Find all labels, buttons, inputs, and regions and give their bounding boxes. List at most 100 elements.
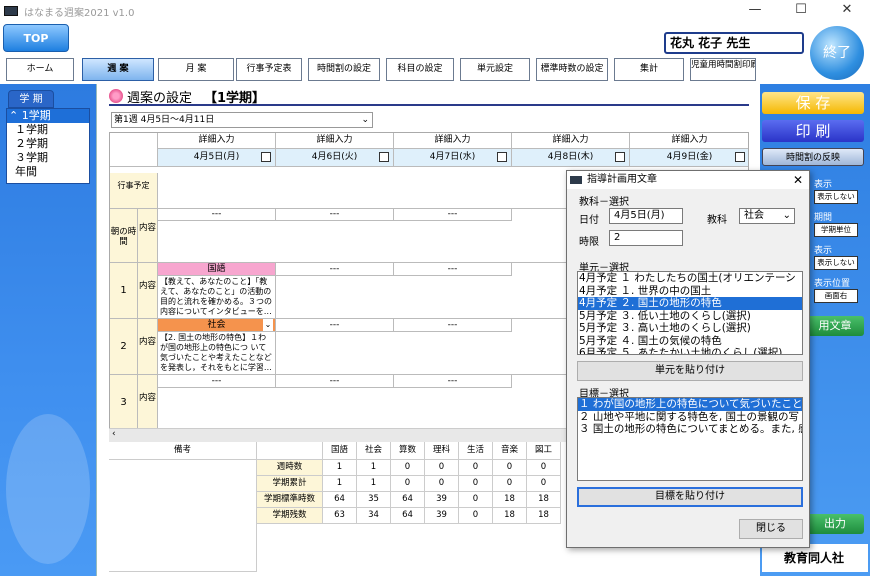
unit-item-selected[interactable]: 4月予定 ２. 国土の地形の特色 [578, 297, 802, 310]
summary-row-label: 学期標準時数 [257, 492, 323, 508]
term-item-current[interactable]: ⌃ 1学期 [7, 109, 89, 123]
p2-subject-mon[interactable]: 社会 ⌄ [158, 319, 276, 332]
row-label-period-1: 1 [110, 263, 138, 319]
save-button[interactable]: 保 存 [762, 92, 864, 114]
unit-item[interactable]: 4月予定 １. 世界の中の国土 [578, 285, 802, 298]
chevron-down-icon: ⌄ [782, 210, 791, 221]
week-select[interactable]: 第1週 4月5日～4月11日 ⌄ [111, 112, 373, 128]
term-sidebar: 学 期 ⌃ 1学期 １学期 ２学期 ３学期 年間 [0, 84, 96, 576]
subject-select-value: 社会 [744, 210, 764, 221]
screen-right-button[interactable]: 画面右 [814, 289, 858, 303]
date-tue: 4月6日(火) [311, 152, 358, 162]
nav-monthly-plan[interactable]: 月 案 [158, 58, 234, 81]
chevron-down-icon[interactable]: ⌄ [263, 319, 273, 331]
print-button[interactable]: 印 刷 [762, 120, 864, 142]
date-header-thu: 4月8日(木) [512, 149, 630, 167]
date-wed: 4月7日(水) [429, 152, 476, 162]
maximize-button[interactable]: ☐ [778, 0, 824, 22]
summary-cell: 1 [323, 476, 357, 492]
top-button[interactable]: TOP [3, 24, 69, 52]
date-field[interactable]: 4月5日(月) [609, 208, 683, 224]
unit-item[interactable]: 5月予定 ４. 国土の気候の特色 [578, 335, 802, 348]
minimize-button[interactable]: — [732, 0, 778, 22]
page-title: 週案の設定 [127, 90, 193, 106]
detail-input-thu[interactable]: 詳細入力 [512, 133, 630, 149]
row-label-p3-content: 内容 [138, 375, 158, 431]
remarks-header: 備考 [109, 442, 257, 460]
paste-goal-button[interactable]: 目標を貼り付け [577, 487, 803, 507]
day-checkbox-mon[interactable] [261, 152, 271, 162]
nav-standard-hours[interactable]: 標準時数の設定 [536, 58, 608, 81]
goal-listbox[interactable]: １ わが国の地形上の特色について気づいたことや ２ 山地や平地に関する特色を, … [577, 397, 803, 481]
unit-item[interactable]: 5月予定 ３. 高い土地のくらし(選択) [578, 322, 802, 335]
nav-event-schedule[interactable]: 行事予定表 [236, 58, 302, 81]
row-label-p1-content: 内容 [138, 263, 158, 319]
remarks-area[interactable] [109, 460, 257, 572]
term-unit-button[interactable]: 学期単位 [814, 223, 858, 237]
hide-toggle-2[interactable]: 表示しない [814, 256, 858, 270]
day-checkbox-tue[interactable] [379, 152, 389, 162]
unit-item[interactable]: 5月予定 ３. 低い土地のくらし(選択) [578, 310, 802, 323]
p1-subject-mon[interactable]: 国語 [158, 263, 276, 276]
output-button[interactable]: 出力 [806, 514, 864, 534]
hide-toggle-1[interactable]: 表示しない [814, 190, 858, 204]
publisher-logo-text: 教育同人社 [784, 551, 845, 565]
phrase-button[interactable]: 用文章 [806, 316, 864, 336]
detail-input-mon[interactable]: 詳細入力 [158, 133, 276, 149]
summary-cell: 18 [527, 492, 561, 508]
top-bar: TOP 花丸 花子 先生 [0, 22, 870, 56]
period-field[interactable]: 2 [609, 230, 683, 246]
p3-dash-mon: --- [158, 375, 276, 388]
paste-unit-button[interactable]: 単元を貼り付け [577, 361, 803, 381]
p2-content-mon[interactable]: 【2. 国土の地形の特色】１わが国の地形上の特色につ いて気づいたことや考えたこ… [158, 332, 276, 375]
p1-content-mon[interactable]: 【教えて、あなたのこと】「教えて、あなたのこと」の活動の目的と流れを確かめる。３… [158, 276, 276, 319]
term-item-year[interactable]: 年間 [7, 165, 89, 179]
period-label: 期間 [814, 213, 833, 223]
goal-item-selected[interactable]: １ わが国の地形上の特色について気づいたことや [578, 398, 802, 411]
summary-cell: 0 [527, 460, 561, 476]
main-nav: ホーム 週 案 月 案 行事予定表 時間割の設定 科目の設定 単元設定 標準時数… [0, 56, 870, 84]
chevron-down-icon: ⌄ [361, 115, 369, 125]
scroll-left-icon[interactable]: ‹ [112, 429, 116, 439]
reflect-timetable-button[interactable]: 時間割の反映 [762, 148, 864, 166]
summary-cell: 18 [493, 508, 527, 524]
summary-cell: 64 [391, 508, 425, 524]
window-close-button[interactable]: ✕ [824, 0, 870, 22]
subject-header-0: 国語 [323, 442, 357, 460]
summary-cell: 0 [459, 476, 493, 492]
subject-header-4: 生活 [459, 442, 493, 460]
window-titlebar: はなまる週案2021 v1.0 — ☐ ✕ [0, 0, 870, 22]
nav-home[interactable]: ホーム [6, 58, 74, 81]
unit-item[interactable]: 6月予定 ５. あたたかい土地のくらし(選択) [578, 347, 802, 354]
unit-item[interactable]: 4月予定 １ わたしたちの国土(オリエンテーシ [578, 272, 802, 285]
summary-row-label: 学期残数 [257, 508, 323, 524]
p1-dash-tue: --- [276, 263, 394, 276]
term-item-3[interactable]: ３学期 [7, 151, 89, 165]
nav-weekly-plan[interactable]: 週 案 [82, 58, 154, 81]
term-item-2[interactable]: ２学期 [7, 137, 89, 151]
nav-timetable-settings[interactable]: 時間割の設定 [308, 58, 380, 81]
subject-header-6: 図工 [527, 442, 561, 460]
summary-cell: 39 [425, 508, 459, 524]
term-item-1[interactable]: １学期 [7, 123, 89, 137]
subject-header-1: 社会 [357, 442, 391, 460]
nav-unit-settings[interactable]: 単元設定 [460, 58, 530, 81]
unit-listbox[interactable]: 4月予定 １ わたしたちの国土(オリエンテーシ 4月予定 １. 世界の中の国土 … [577, 271, 803, 355]
detail-input-wed[interactable]: 詳細入力 [394, 133, 512, 149]
detail-input-tue[interactable]: 詳細入力 [276, 133, 394, 149]
detail-input-fri[interactable]: 詳細入力 [630, 133, 748, 149]
nav-subject-settings[interactable]: 科目の設定 [386, 58, 454, 81]
dialog-close-button[interactable]: 閉じる [739, 519, 803, 539]
subject-select[interactable]: 社会 ⌄ [739, 208, 795, 224]
close-icon[interactable]: ✕ [793, 171, 803, 189]
goal-item[interactable]: ３ 国土の地形の特色についてまとめる。また, 感想 [578, 423, 802, 436]
term-tab[interactable]: 学 期 [8, 90, 54, 108]
day-checkbox-wed[interactable] [497, 152, 507, 162]
day-checkbox-thu[interactable] [615, 152, 625, 162]
nav-summary[interactable]: 集計 [614, 58, 684, 81]
day-checkbox-fri[interactable] [735, 152, 745, 162]
end-button[interactable]: 終了 [810, 26, 864, 80]
nav-student-timetable-print[interactable]: 児童用時間割印刷 [690, 58, 756, 81]
goal-item[interactable]: ２ 山地や平地に関する特色を, 国土の景観の写 [578, 411, 802, 424]
dialog-titlebar: 指導計画用文章 ✕ [567, 171, 809, 189]
